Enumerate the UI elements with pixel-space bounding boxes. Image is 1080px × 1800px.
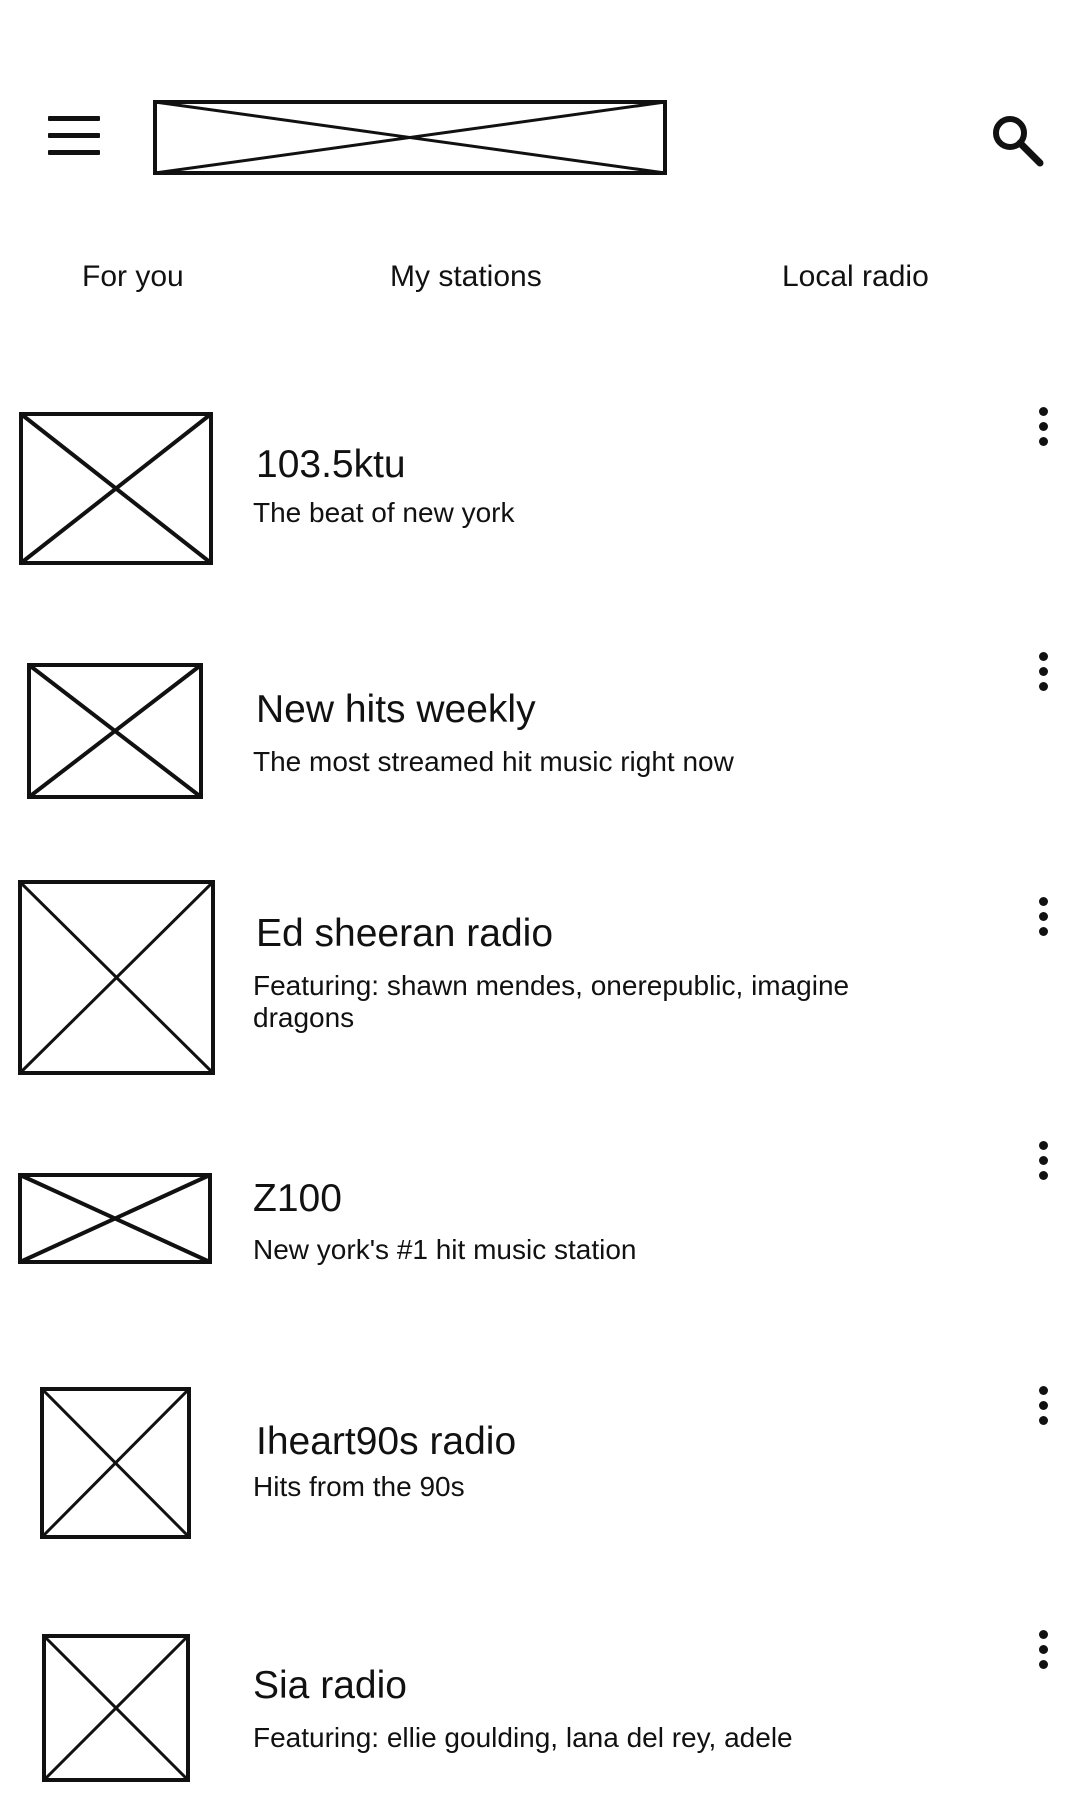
station-thumbnail (42, 1634, 190, 1782)
station-title: Z100 (253, 1177, 342, 1220)
station-thumbnail (27, 663, 203, 799)
station-title: Iheart90s radio (256, 1420, 517, 1463)
logo-placeholder (153, 100, 667, 175)
station-subtitle: The beat of new york (253, 497, 515, 528)
station-title: 103.5ktu (256, 443, 406, 486)
hamburger-menu-icon[interactable] (48, 116, 100, 156)
station-thumbnail (18, 1173, 212, 1264)
station-thumbnail (19, 412, 213, 565)
station-title: New hits weekly (256, 688, 536, 731)
station-subtitle: Featuring: shawn mendes, onerepublic, im… (253, 970, 850, 1033)
tab-for-you[interactable]: For you (82, 252, 184, 302)
more-options-icon[interactable] (1025, 1141, 1065, 1201)
station-thumbnail (40, 1387, 191, 1539)
station-subtitle: Featuring: ellie goulding, lana del rey,… (253, 1722, 793, 1753)
more-options-icon[interactable] (1025, 407, 1065, 467)
search-icon[interactable] (989, 112, 1047, 170)
station-subtitle: Hits from the 90s (253, 1471, 465, 1502)
more-options-icon[interactable] (1025, 897, 1065, 957)
tab-my-stations[interactable]: My stations (390, 252, 542, 302)
tab-local-radio[interactable]: Local radio (782, 252, 929, 302)
station-thumbnail (18, 880, 215, 1075)
station-subtitle: New york's #1 hit music station (253, 1234, 637, 1265)
station-title: Sia radio (253, 1664, 407, 1707)
station-subtitle: The most streamed hit music right now (253, 746, 734, 777)
more-options-icon[interactable] (1025, 1386, 1065, 1446)
station-title: Ed sheeran radio (256, 912, 554, 955)
more-options-icon[interactable] (1025, 1630, 1065, 1690)
more-options-icon[interactable] (1025, 652, 1065, 712)
